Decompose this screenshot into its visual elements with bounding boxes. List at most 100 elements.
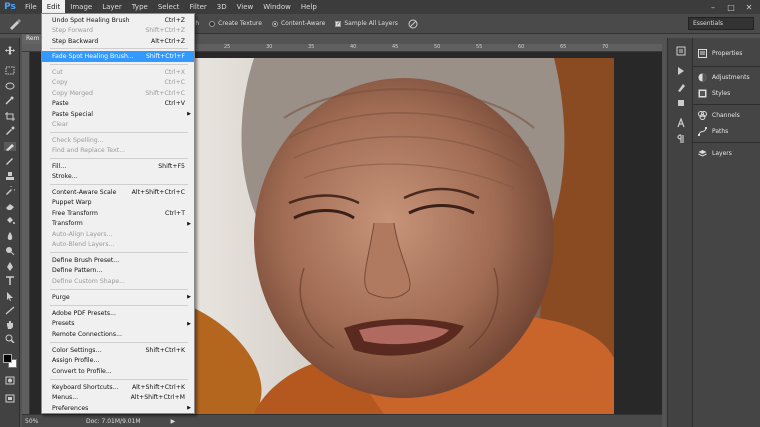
menu-item-define-brush[interactable]: Define Brush Preset...	[42, 255, 194, 266]
menu-item-step-forward[interactable]: Step Forward Shift+Ctrl+Z	[42, 26, 194, 37]
close-icon[interactable]: ✕	[740, 0, 758, 14]
menu-3d[interactable]: 3D	[212, 0, 232, 14]
character-icon[interactable]	[675, 118, 687, 128]
menu-edit[interactable]: Edit	[41, 0, 66, 14]
pressure-icon[interactable]	[408, 19, 418, 29]
menu-item-transform[interactable]: Transform ▶	[42, 219, 194, 230]
menu-item-paste-special[interactable]: Paste Special ▶	[42, 109, 194, 120]
create-texture-radio[interactable]	[209, 20, 216, 27]
marquee-tool-icon[interactable]	[4, 66, 16, 75]
brush-presets-icon[interactable]	[675, 82, 687, 92]
ruler-tick: 35	[308, 44, 315, 50]
menu-item-auto-blend[interactable]: Auto-Blend Layers...	[42, 240, 194, 251]
menu-item-cut[interactable]: Cut Ctrl+X	[42, 67, 194, 78]
content-aware-radio[interactable]	[271, 20, 278, 27]
menu-item-menus[interactable]: Menus... Alt+Shift+Ctrl+M	[42, 393, 194, 404]
workspace-selector[interactable]: Essentials	[688, 17, 754, 30]
menu-item-copy-merged[interactable]: Copy Merged Shift+Ctrl+C	[42, 88, 194, 99]
healing-brush-tool-icon[interactable]	[4, 142, 16, 151]
menu-item-copy[interactable]: Copy Ctrl+C	[42, 78, 194, 89]
history-icon[interactable]	[675, 46, 687, 56]
panel-paths[interactable]: Paths	[697, 124, 759, 138]
menu-item-presets[interactable]: Presets ▶	[42, 319, 194, 330]
menu-view[interactable]: View	[232, 0, 259, 14]
pen-tool-icon[interactable]	[4, 262, 16, 271]
menu-item-free-transform[interactable]: Free Transform Ctrl+T	[42, 208, 194, 219]
menu-select[interactable]: Select	[153, 0, 185, 14]
history-brush-tool-icon[interactable]	[4, 186, 16, 195]
ruler-tick: 50	[434, 44, 441, 50]
tool-presets-icon[interactable]	[675, 98, 687, 108]
foreground-color-swatch[interactable]	[3, 354, 12, 363]
eraser-tool-icon[interactable]	[4, 202, 16, 211]
status-menu-arrow-icon[interactable]: ▶	[171, 418, 176, 425]
sample-all-layers-checkbox[interactable]: ✓	[335, 20, 342, 27]
menu-item-pdf-presets[interactable]: Adobe PDF Presets...	[42, 308, 194, 319]
menu-item-step-backward[interactable]: Step Backward Alt+Ctrl+Z	[42, 36, 194, 47]
menu-item-define-pattern[interactable]: Define Pattern...	[42, 266, 194, 277]
hand-tool-icon[interactable]	[4, 320, 16, 329]
menu-item-color-settings[interactable]: Color Settings... Shift+Ctrl+K	[42, 345, 194, 356]
menu-layer[interactable]: Layer	[97, 0, 127, 14]
menu-item-preferences[interactable]: Preferences ▶	[42, 403, 194, 414]
maximize-icon[interactable]: □	[722, 0, 740, 14]
menu-filter[interactable]: Filter	[184, 0, 211, 14]
lasso-tool-icon[interactable]	[4, 82, 16, 91]
menu-item-fill[interactable]: Fill... Shift+F5	[42, 161, 194, 172]
quick-mask-icon[interactable]	[4, 376, 16, 385]
menu-item-assign-profile[interactable]: Assign Profile...	[42, 356, 194, 367]
menu-item-paste[interactable]: Paste Ctrl+V	[42, 99, 194, 110]
menu-item-content-aware-scale[interactable]: Content-Aware Scale Alt+Shift+Ctrl+C	[42, 187, 194, 198]
document-info[interactable]: Doc: 7.01M/9.01M	[86, 418, 141, 425]
brush-tool-icon[interactable]	[4, 156, 16, 165]
content-aware-option[interactable]: Content-Aware	[271, 20, 325, 27]
paragraph-icon[interactable]	[675, 134, 687, 144]
menu-window[interactable]: Window	[258, 0, 296, 14]
zoom-tool-icon[interactable]	[4, 334, 16, 343]
panel-properties[interactable]: Properties	[697, 46, 759, 60]
menu-item-convert-profile[interactable]: Convert to Profile...	[42, 366, 194, 377]
panel-layers[interactable]: Layers	[697, 146, 759, 160]
move-tool-icon[interactable]	[4, 46, 16, 55]
line-tool-icon[interactable]	[4, 306, 16, 315]
window-controls: – □ ✕	[704, 0, 758, 14]
menu-image[interactable]: Image	[65, 0, 97, 14]
vertical-ruler	[22, 52, 30, 414]
panel-channels[interactable]: Channels	[697, 108, 759, 122]
menu-file[interactable]: File	[20, 0, 42, 14]
menu-item-auto-align[interactable]: Auto-Align Layers...	[42, 229, 194, 240]
paint-bucket-tool-icon[interactable]	[4, 216, 16, 225]
actions-icon[interactable]	[675, 66, 687, 76]
menu-item-clear[interactable]: Clear	[42, 120, 194, 131]
spot-healing-brush-icon[interactable]	[4, 16, 26, 32]
menu-item-fade[interactable]: Fade Spot Healing Brush... Shift+Ctrl+F	[42, 51, 194, 62]
menu-item-keyboard-shortcuts[interactable]: Keyboard Shortcuts... Alt+Shift+Ctrl+K	[42, 382, 194, 393]
portrait-photo[interactable]	[194, 58, 614, 414]
quick-selection-tool-icon[interactable]	[4, 96, 16, 105]
clone-stamp-tool-icon[interactable]	[4, 172, 16, 181]
menu-type[interactable]: Type	[127, 0, 153, 14]
create-texture-option[interactable]: Create Texture	[209, 20, 262, 27]
panel-styles[interactable]: Styles	[697, 86, 759, 100]
panel-adjustments[interactable]: Adjustments	[697, 70, 759, 84]
blur-tool-icon[interactable]	[4, 232, 16, 241]
menu-item-purge[interactable]: Purge ▶	[42, 292, 194, 303]
menu-item-remote-connections[interactable]: Remote Connections...	[42, 329, 194, 340]
type-tool-icon[interactable]	[4, 276, 16, 285]
crop-tool-icon[interactable]	[4, 112, 16, 121]
menu-item-find-replace[interactable]: Find and Replace Text...	[42, 146, 194, 157]
sample-all-layers-option[interactable]: ✓ Sample All Layers	[335, 20, 398, 27]
menu-help[interactable]: Help	[296, 0, 322, 14]
screen-mode-icon[interactable]	[4, 394, 16, 403]
dodge-tool-icon[interactable]	[4, 246, 16, 255]
menu-item-stroke[interactable]: Stroke...	[42, 172, 194, 183]
minimize-icon[interactable]: –	[704, 0, 722, 14]
menu-item-define-custom-shape[interactable]: Define Custom Shape...	[42, 276, 194, 287]
menu-item-undo[interactable]: Undo Spot Healing Brush Ctrl+Z	[42, 15, 194, 26]
menu-item-puppet-warp[interactable]: Puppet Warp	[42, 198, 194, 209]
path-selection-tool-icon[interactable]	[4, 292, 16, 301]
menu-item-check-spelling[interactable]: Check Spelling...	[42, 135, 194, 146]
submenu-arrow-icon: ▶	[187, 320, 191, 327]
zoom-level[interactable]: 50%	[22, 418, 42, 425]
eyedropper-tool-icon[interactable]	[4, 126, 16, 135]
